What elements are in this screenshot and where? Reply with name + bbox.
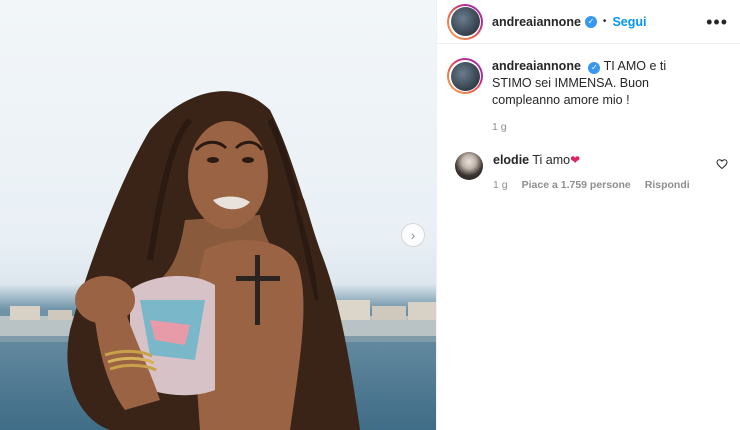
author-avatar-image: [450, 7, 480, 36]
post-caption: andreaiannone ✓ TI AMO e ti STIMO sei IM…: [437, 44, 740, 136]
comment-reply-button[interactable]: Rispondi: [645, 177, 690, 194]
post-side-panel: andreaiannone ✓ • Segui ••• andreaiannon…: [436, 0, 740, 430]
caption-author-avatar[interactable]: [447, 58, 483, 94]
comment-likes-count[interactable]: Piace a 1.759 persone: [522, 177, 631, 194]
more-options-icon[interactable]: •••: [706, 13, 728, 31]
comment-body: elodie Ti amo❤ 1 g Piace a 1.759 persone…: [493, 152, 693, 194]
comment-author-avatar[interactable]: [455, 152, 483, 180]
caption-author-avatar-image: [450, 61, 480, 91]
caption-timestamp[interactable]: 1 g: [492, 119, 702, 136]
caption-text-block: andreaiannone ✓ TI AMO e ti STIMO sei IM…: [492, 58, 702, 136]
comment-timestamp[interactable]: 1 g: [493, 177, 508, 194]
chevron-right-icon: ›: [410, 227, 416, 243]
header-separator: •: [602, 16, 607, 27]
photo-illustration: [0, 91, 436, 430]
comment-author-username[interactable]: elodie: [493, 153, 529, 167]
comment-meta: 1 g Piace a 1.759 persone Rispondi: [493, 177, 693, 194]
follow-button[interactable]: Segui: [612, 15, 646, 29]
post-header: andreaiannone ✓ • Segui •••: [437, 0, 740, 44]
caption-verified-badge-icon: ✓: [588, 61, 601, 74]
carousel-next-button[interactable]: ›: [401, 223, 425, 247]
verified-badge-icon: ✓: [584, 15, 597, 28]
red-heart-emoji: ❤: [570, 153, 581, 167]
caption-author-username[interactable]: andreaiannone: [492, 59, 581, 73]
author-avatar[interactable]: [447, 3, 483, 40]
heart-outline-icon[interactable]: [716, 158, 728, 170]
comment-text: Ti amo: [532, 153, 571, 167]
post-photo: ›: [0, 0, 436, 430]
comment-item: elodie Ti amo❤ 1 g Piace a 1.759 persone…: [437, 136, 740, 194]
author-username[interactable]: andreaiannone: [492, 15, 581, 29]
